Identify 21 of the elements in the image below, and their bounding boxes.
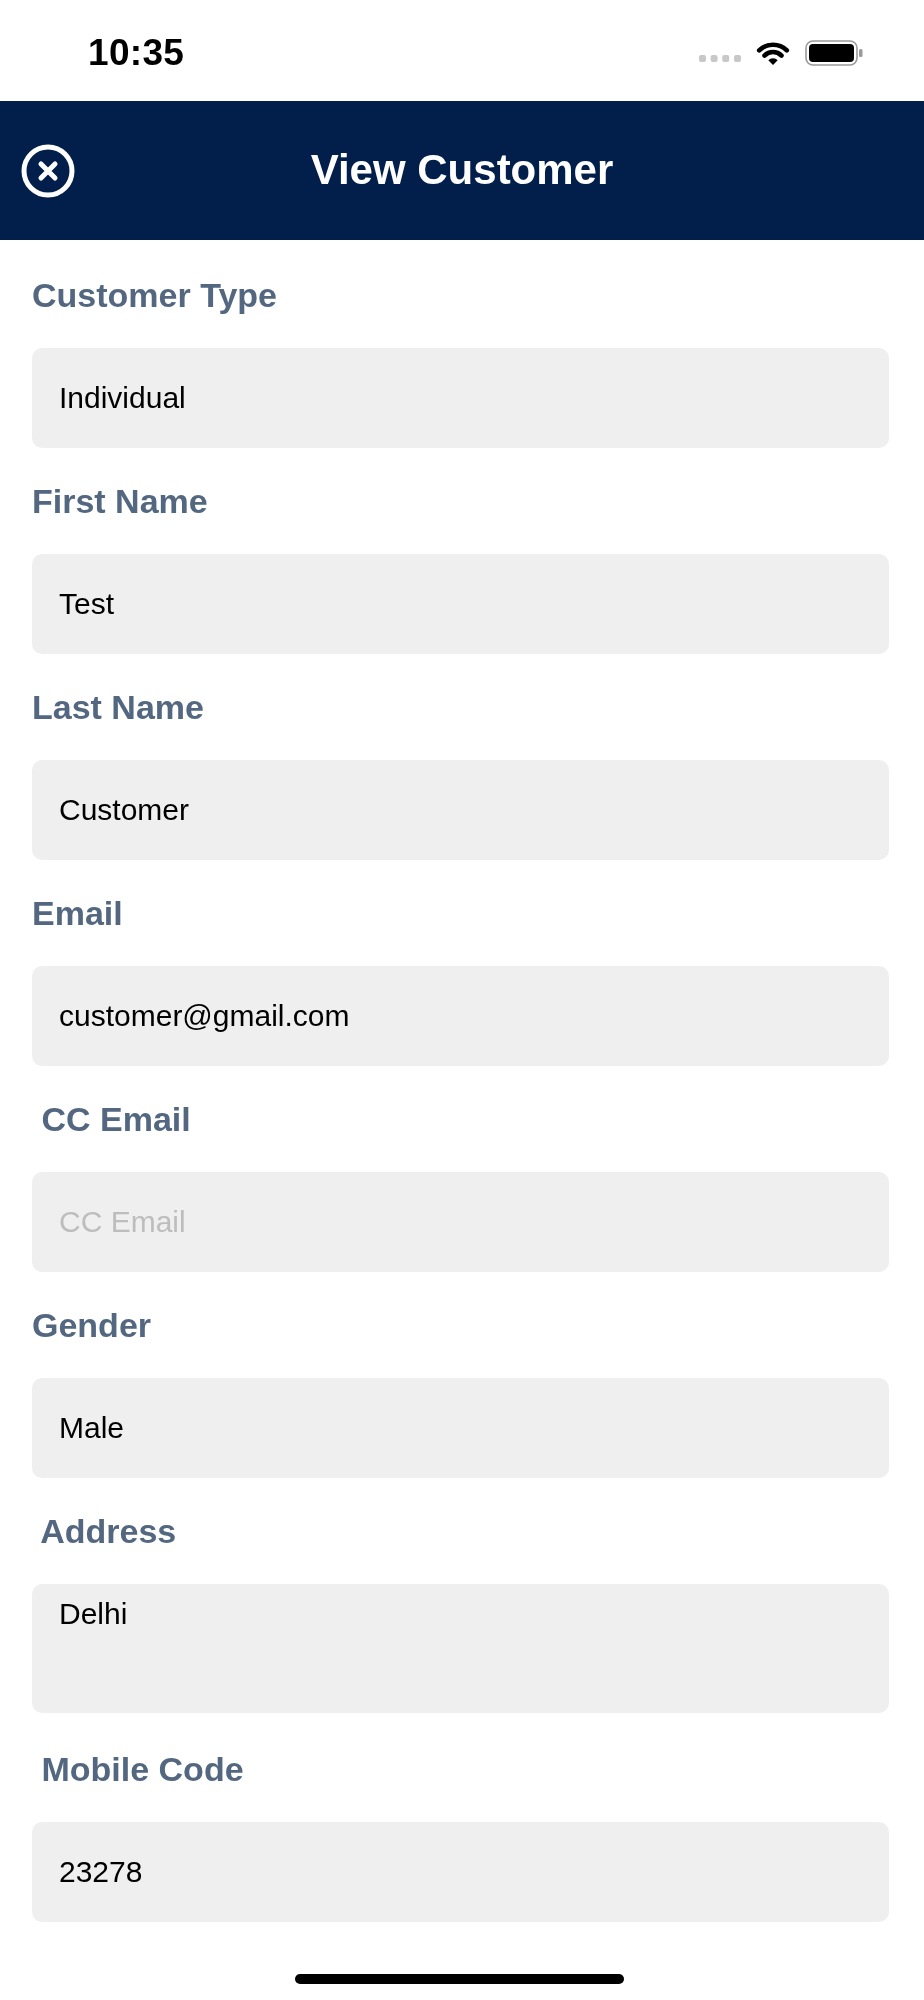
field-label: Address [39, 1511, 177, 1551]
signal-icon [699, 55, 741, 62]
status-time: 10:35 [88, 31, 185, 74]
battery-icon [805, 39, 863, 66]
field-label: Gender [32, 1305, 152, 1345]
wifi-icon [756, 39, 790, 66]
input-field[interactable]: Individual [32, 348, 889, 448]
text-area-field[interactable]: Delhi [32, 1584, 889, 1713]
screen-title: View Customer [310, 145, 614, 196]
input-field[interactable]: 23278 [32, 1822, 889, 1922]
input-field[interactable]: Customer [32, 760, 889, 860]
close-icon[interactable] [21, 143, 75, 198]
field-label: First Name [32, 481, 208, 521]
field-label: Mobile Code [40, 1749, 244, 1789]
field-label: Last Name [32, 687, 204, 727]
input-field[interactable]: Male [32, 1378, 889, 1478]
input-field[interactable]: customer@gmail.com [32, 966, 889, 1066]
field-label: CC Email [40, 1099, 191, 1139]
input-field[interactable]: Test [32, 554, 889, 654]
field-label: Customer Type [32, 275, 277, 315]
field-label: Email [32, 893, 123, 933]
